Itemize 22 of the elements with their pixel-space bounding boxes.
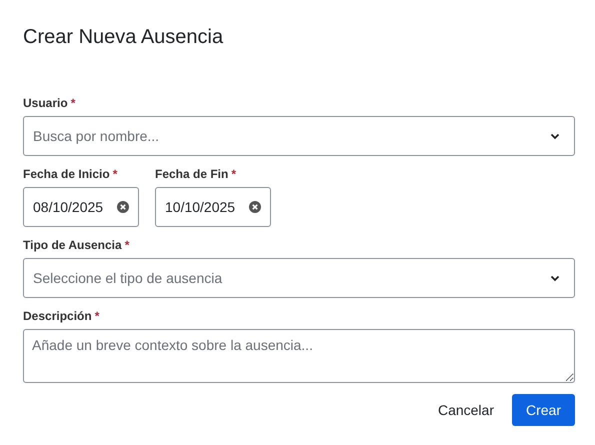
description-field[interactable]: Añade un breve contexto sobre la ausencia... bbox=[23, 329, 575, 383]
field-label: Usuario bbox=[23, 96, 68, 110]
clear-icon[interactable] bbox=[249, 201, 261, 213]
clear-icon[interactable] bbox=[117, 201, 129, 213]
chevron-down-icon bbox=[550, 274, 560, 282]
dialog-title: Crear Nueva Ausencia bbox=[23, 25, 224, 50]
chevron-down-icon bbox=[550, 132, 560, 140]
field-label: Tipo de Ausencia bbox=[23, 238, 122, 252]
create-button[interactable]: Crear bbox=[512, 394, 575, 426]
select-field[interactable]: Busca por nombre... bbox=[23, 116, 575, 156]
date-field[interactable]: 10/10/2025 bbox=[155, 187, 271, 227]
required-mark: * bbox=[70, 96, 76, 110]
required-mark: * bbox=[124, 238, 130, 252]
date-field[interactable]: 08/10/2025 bbox=[23, 187, 139, 227]
field-label: Descripción bbox=[23, 309, 92, 323]
required-mark: * bbox=[94, 309, 100, 323]
required-mark: * bbox=[231, 167, 236, 181]
field-label: Fecha de Fin bbox=[155, 167, 228, 181]
required-mark: * bbox=[112, 167, 118, 181]
select-field[interactable]: Seleccione el tipo de ausencia bbox=[23, 258, 575, 298]
cancel-button[interactable]: Cancelar bbox=[438, 394, 494, 426]
field-label: Fecha de Inicio bbox=[23, 167, 110, 181]
